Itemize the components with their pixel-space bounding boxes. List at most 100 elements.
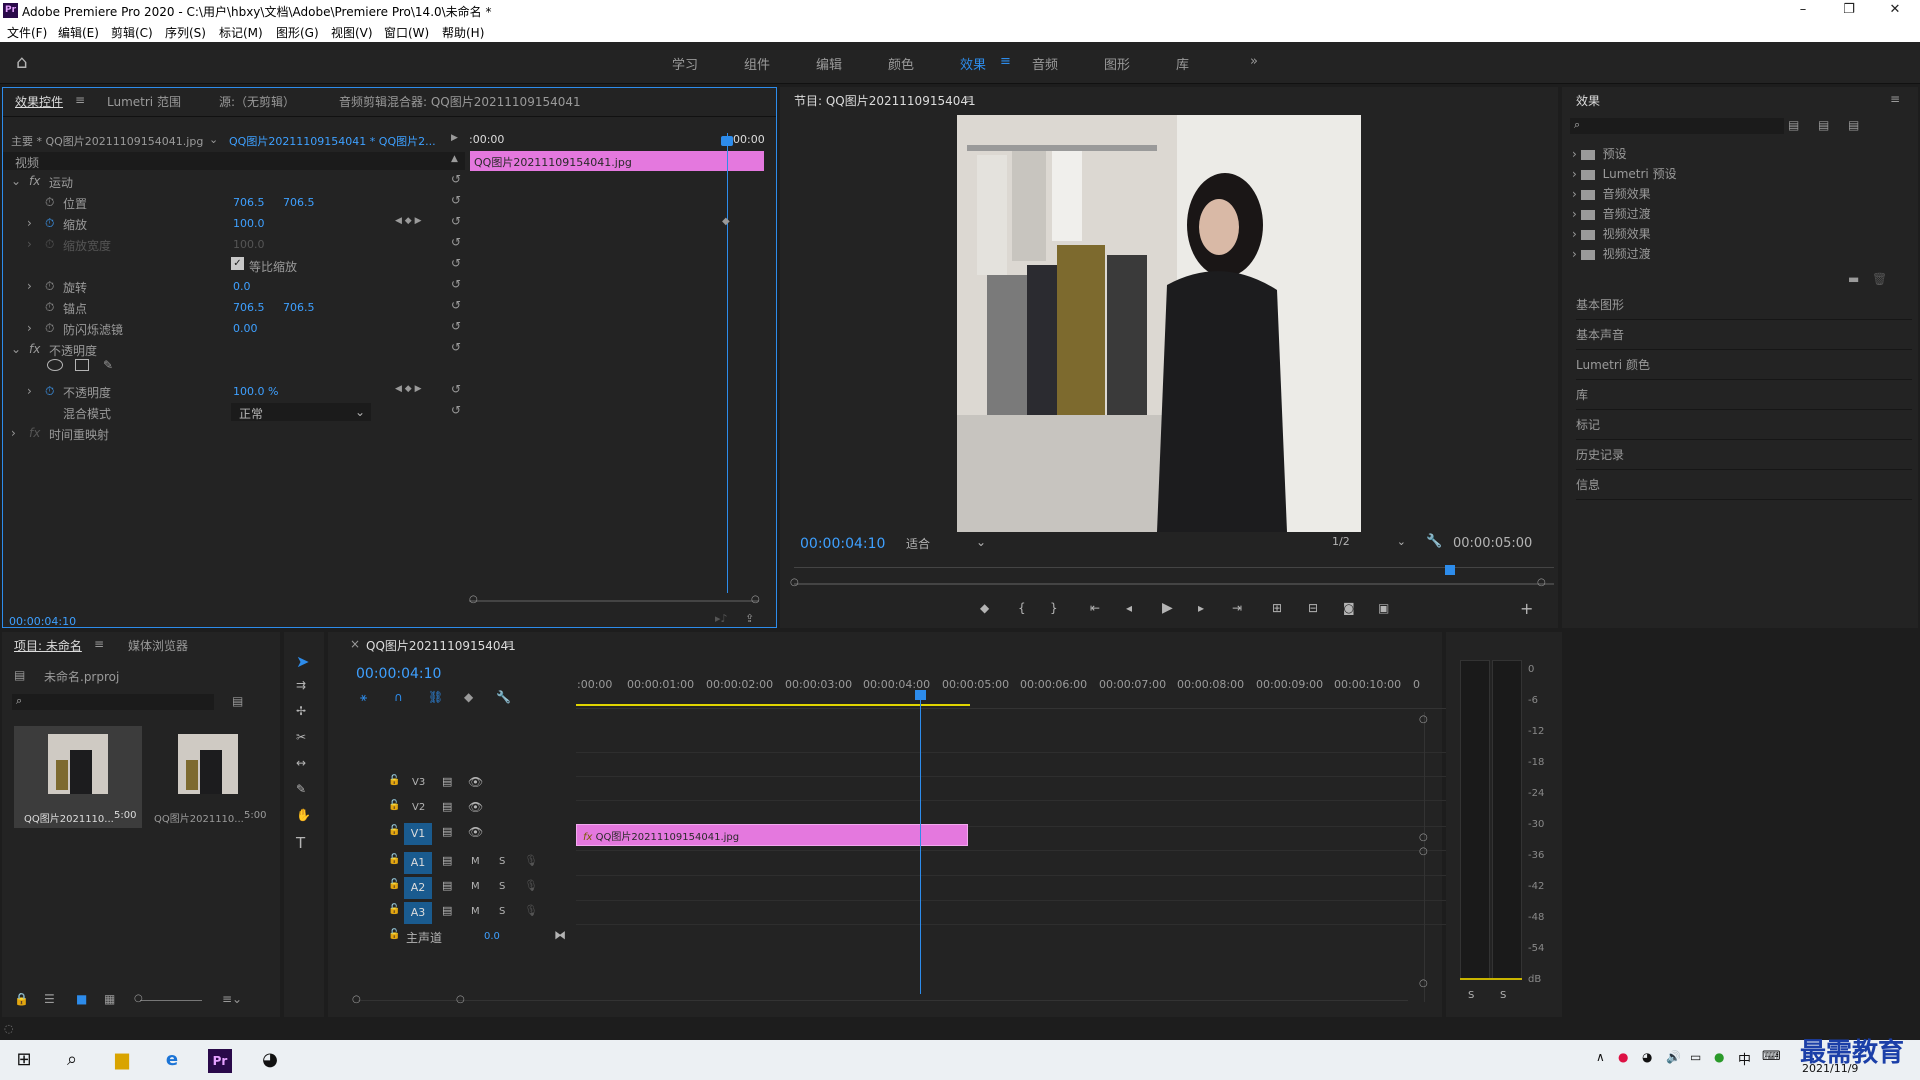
export-icon[interactable]: ⇪ bbox=[745, 612, 754, 625]
keyboard-icon[interactable]: ⌨ bbox=[1762, 1049, 1781, 1064]
chevron-down-icon[interactable]: ⌄ bbox=[11, 174, 21, 188]
volume-icon[interactable]: 🔊 bbox=[1666, 1050, 1681, 1064]
sync-lock-icon[interactable]: ▤ bbox=[442, 775, 452, 788]
ime-indicator[interactable]: 中 bbox=[1738, 1049, 1751, 1068]
reset-icon[interactable]: ↺ bbox=[451, 193, 461, 207]
ec-playhead[interactable] bbox=[727, 133, 728, 593]
opacity-value[interactable]: 100.0 % bbox=[233, 385, 278, 398]
slip-tool-icon[interactable]: ↔ bbox=[296, 756, 306, 770]
effects-search-input[interactable]: ⌕ bbox=[1570, 118, 1784, 134]
tree-item-video-effects[interactable]: › 视频效果 bbox=[1572, 225, 1651, 242]
ec-playhead-handle[interactable] bbox=[721, 136, 733, 146]
tree-item-audio-transitions[interactable]: › 音频过渡 bbox=[1572, 205, 1651, 222]
project-item[interactable]: QQ图片2021110... 5:00 bbox=[14, 726, 142, 828]
tab-media-browser[interactable]: 媒体浏览器 bbox=[128, 637, 188, 654]
hand-tool-icon[interactable]: ✋ bbox=[296, 808, 311, 822]
nest-icon[interactable]: ⚹ bbox=[360, 690, 367, 705]
lock-icon[interactable]: 🔓 bbox=[388, 775, 400, 786]
project-item[interactable]: QQ图片2021110... 5:00 bbox=[148, 726, 272, 828]
network-icon[interactable]: ▭ bbox=[1690, 1050, 1701, 1064]
section-lumetri-color[interactable]: Lumetri 颜色 bbox=[1576, 350, 1912, 380]
go-to-in-icon[interactable]: ⇤ bbox=[1090, 601, 1100, 615]
menu-view[interactable]: 视图(V) bbox=[331, 24, 373, 41]
program-zoom-bar[interactable] bbox=[794, 583, 1554, 585]
yuv-effects-icon[interactable]: ▤ bbox=[1848, 118, 1859, 132]
menu-graphics[interactable]: 图形(G) bbox=[276, 24, 319, 41]
home-icon[interactable]: ⌂ bbox=[16, 52, 27, 73]
solo-right-button[interactable]: S bbox=[1500, 990, 1506, 1001]
ec-scrollbar[interactable] bbox=[469, 600, 759, 602]
section-essential-graphics[interactable]: 基本图形 bbox=[1576, 290, 1912, 320]
zoom-handle-left[interactable]: ○ bbox=[790, 577, 799, 588]
section-libraries[interactable]: 库 bbox=[1576, 380, 1912, 410]
lock-icon[interactable]: 🔓 bbox=[388, 854, 400, 865]
stopwatch-icon[interactable]: ⏱ bbox=[45, 279, 54, 294]
chevron-down-icon[interactable]: ⌄ bbox=[11, 342, 21, 356]
blend-mode-select[interactable]: 正常 ⌄ bbox=[231, 403, 371, 421]
position-y-value[interactable]: 706.5 bbox=[283, 196, 315, 209]
lift-icon[interactable]: ⊞ bbox=[1272, 601, 1282, 615]
flicker-value[interactable]: 0.00 bbox=[233, 322, 258, 335]
effects-menu-icon[interactable]: ≡ bbox=[1000, 54, 1011, 69]
tab-graphics[interactable]: 图形 bbox=[1104, 54, 1130, 73]
add-button-icon[interactable]: + bbox=[1520, 599, 1533, 618]
list-view-icon[interactable]: ☰ bbox=[44, 992, 55, 1006]
timeline-timecode[interactable]: 00:00:04:10 bbox=[356, 666, 441, 682]
tab-audio[interactable]: 音频 bbox=[1032, 54, 1058, 73]
solo-button[interactable]: S bbox=[499, 906, 505, 917]
wrench-icon[interactable]: 🔧 bbox=[496, 690, 511, 704]
tab-assembly[interactable]: 组件 bbox=[744, 54, 770, 73]
tab-effects[interactable]: 效果 bbox=[960, 54, 986, 73]
panel-menu-icon[interactable]: ≡ bbox=[94, 637, 104, 651]
solo-button[interactable]: S bbox=[499, 856, 505, 867]
microphone-icon[interactable]: 🎙 bbox=[524, 854, 538, 867]
chevron-down-icon[interactable]: ⌄ bbox=[209, 133, 218, 146]
stopwatch-active-icon[interactable]: ⏱ bbox=[45, 384, 54, 399]
linked-selection-icon[interactable]: ⛓ bbox=[428, 690, 443, 704]
windows-start-icon[interactable]: ⊞ bbox=[2, 1044, 46, 1076]
reset-icon[interactable]: ↺ bbox=[451, 277, 461, 291]
opacity-keyframe-nav-icon[interactable]: ◀ ◆ ▶ bbox=[395, 384, 422, 394]
extract-icon[interactable]: ⊟ bbox=[1308, 601, 1318, 615]
tab-editing[interactable]: 编辑 bbox=[816, 54, 842, 73]
new-bin-icon[interactable]: ▬ bbox=[1848, 272, 1859, 286]
step-back-icon[interactable]: ◂ bbox=[1126, 601, 1132, 615]
panel-menu-icon[interactable]: ≡ bbox=[504, 637, 514, 651]
premiere-taskbar-icon[interactable]: Pr bbox=[198, 1044, 242, 1076]
tree-item-audio-effects[interactable]: › 音频效果 bbox=[1572, 185, 1651, 202]
scroll-handle-right[interactable]: ○ bbox=[751, 594, 760, 605]
32bit-effects-icon[interactable]: ▤ bbox=[1818, 118, 1829, 132]
tab-project[interactable]: 项目: 未命名 bbox=[14, 637, 82, 654]
ellipse-mask-icon[interactable] bbox=[47, 359, 63, 371]
tab-lumetri-scopes[interactable]: Lumetri 范围 bbox=[107, 93, 181, 110]
chevron-right-icon[interactable]: › bbox=[27, 384, 32, 398]
sync-lock-icon[interactable]: ▤ bbox=[442, 825, 452, 838]
lock-icon[interactable]: 🔓 bbox=[388, 904, 400, 915]
tab-effect-controls[interactable]: 效果控件 bbox=[15, 93, 63, 110]
chevron-right-icon[interactable]: › bbox=[27, 321, 32, 335]
clip-selector[interactable]: QQ图片20211109154041 * QQ图片2... bbox=[229, 133, 436, 149]
timeline-playhead[interactable] bbox=[920, 694, 921, 994]
tree-item-lumetri-presets[interactable]: › Lumetri 预设 bbox=[1572, 165, 1677, 182]
program-timecode[interactable]: 00:00:04:10 bbox=[800, 536, 885, 552]
reset-icon[interactable]: ↺ bbox=[451, 172, 461, 186]
scroll-handle-left[interactable]: ○ bbox=[469, 594, 478, 605]
panel-menu-icon[interactable]: ≡ bbox=[964, 92, 974, 106]
more-workspaces-icon[interactable]: » bbox=[1250, 54, 1258, 69]
selection-tool-icon[interactable]: ➤ bbox=[296, 652, 309, 671]
panel-menu-icon[interactable]: ≡ bbox=[1890, 92, 1900, 106]
razor-tool-icon[interactable]: ✂ bbox=[296, 730, 306, 744]
edge-browser-icon[interactable]: e bbox=[150, 1044, 194, 1076]
chevron-right-icon[interactable]: › bbox=[27, 216, 32, 230]
tree-item-presets[interactable]: › 预设 bbox=[1572, 145, 1627, 162]
master-volume-value[interactable]: 0.0 bbox=[484, 931, 500, 942]
tab-libraries[interactable]: 库 bbox=[1176, 54, 1189, 73]
qq-icon[interactable]: ◕ bbox=[248, 1044, 292, 1076]
track-label[interactable]: V2 bbox=[412, 802, 425, 813]
ripple-edit-tool-icon[interactable]: ✢ bbox=[296, 704, 306, 718]
chevron-right-icon[interactable]: › bbox=[11, 426, 16, 440]
fit-select[interactable]: 适合 ⌄ bbox=[906, 535, 990, 553]
pen-tool-icon[interactable]: ✎ bbox=[296, 782, 306, 796]
scroll-handle[interactable]: ○ bbox=[1419, 846, 1428, 857]
eye-icon[interactable]: 👁 bbox=[468, 775, 483, 789]
